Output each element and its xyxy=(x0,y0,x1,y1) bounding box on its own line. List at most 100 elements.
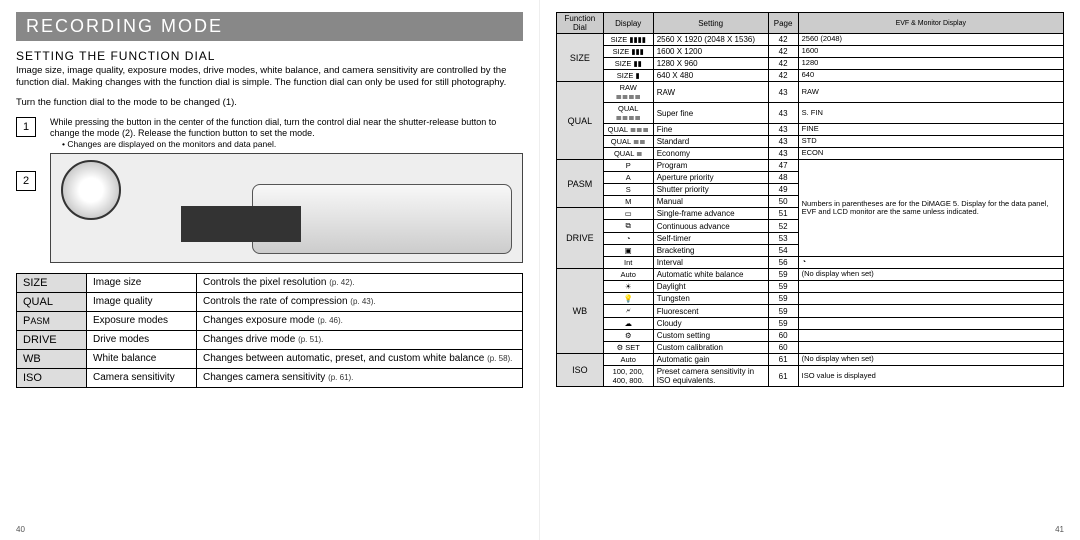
settings-evf xyxy=(798,281,1063,293)
marker-1: 1 xyxy=(16,117,36,137)
camera-diagram xyxy=(50,153,523,263)
settings-page: 42 xyxy=(768,34,798,46)
settings-display: Int xyxy=(603,257,653,269)
ft-desc: Controls the pixel resolution (p. 42). xyxy=(197,274,523,293)
settings-evf xyxy=(798,318,1063,330)
settings-page: 48 xyxy=(768,172,798,184)
settings-evf: ECON xyxy=(798,148,1063,160)
settings-page: 43 xyxy=(768,136,798,148)
settings-display: QUAL ≣ xyxy=(603,148,653,160)
lcd-illustration xyxy=(181,206,301,242)
settings-group: PASM xyxy=(557,160,604,208)
settings-header: EVF & Monitor Display xyxy=(798,13,1063,34)
settings-header: Display xyxy=(603,13,653,34)
settings-setting: Bracketing xyxy=(653,245,768,257)
settings-evf: 2560 (2048) xyxy=(798,34,1063,46)
ft-name: White balance xyxy=(87,350,197,369)
settings-display: SIZE ▮ xyxy=(603,70,653,82)
settings-setting: Fluorescent xyxy=(653,305,768,318)
ft-label: SIZE xyxy=(17,274,87,293)
settings-evf xyxy=(798,342,1063,354)
settings-setting: Cloudy xyxy=(653,318,768,330)
settings-display: ☁ xyxy=(603,318,653,330)
settings-page: 42 xyxy=(768,46,798,58)
settings-display: ⧉ xyxy=(603,220,653,233)
settings-setting: Fine xyxy=(653,124,768,136)
settings-page: 60 xyxy=(768,330,798,342)
ft-name: Image quality xyxy=(87,293,197,312)
page-number-right: 41 xyxy=(1055,525,1064,534)
page-number-left: 40 xyxy=(16,525,25,534)
settings-setting: Continuous advance xyxy=(653,220,768,233)
settings-page: 59 xyxy=(768,269,798,281)
settings-display: SIZE ▮▮ xyxy=(603,58,653,70)
settings-display: 🗲 xyxy=(603,305,653,318)
settings-evf xyxy=(798,293,1063,305)
settings-page: 56 xyxy=(768,257,798,269)
ft-desc: Changes exposure mode (p. 46). xyxy=(197,312,523,331)
settings-evf xyxy=(798,305,1063,318)
ft-name: Camera sensitivity xyxy=(87,369,197,388)
settings-setting: 1280 X 960 xyxy=(653,58,768,70)
settings-display: Auto xyxy=(603,354,653,366)
settings-evf: (No display when set) xyxy=(798,269,1063,281)
settings-display: QUAL ≣≣≣≣ xyxy=(603,103,653,124)
ft-label: PASM xyxy=(17,312,87,331)
settings-display: P xyxy=(603,160,653,172)
settings-setting: Program xyxy=(653,160,768,172)
settings-header: Function Dial xyxy=(557,13,604,34)
ft-label: QUAL xyxy=(17,293,87,312)
settings-page: 42 xyxy=(768,70,798,82)
marker-2: 2 xyxy=(16,171,36,191)
ft-desc: Changes between automatic, preset, and c… xyxy=(197,350,523,369)
page-right: Function DialDisplaySettingPageEVF & Mon… xyxy=(540,0,1080,540)
settings-setting: Automatic white balance xyxy=(653,269,768,281)
settings-page: 59 xyxy=(768,293,798,305)
bullet-text: • Changes are displayed on the monitors … xyxy=(62,139,523,149)
ft-label: DRIVE xyxy=(17,331,87,350)
settings-setting: Custom setting xyxy=(653,330,768,342)
settings-display: RAW ≣≣≣≣ xyxy=(603,82,653,103)
settings-display: 100, 200, 400, 800. xyxy=(603,366,653,387)
settings-table: Function DialDisplaySettingPageEVF & Mon… xyxy=(556,12,1064,387)
settings-setting: 2560 X 1920 (2048 X 1536) xyxy=(653,34,768,46)
settings-setting: Self-timer xyxy=(653,233,768,245)
settings-setting: Shutter priority xyxy=(653,184,768,196)
settings-page: 49 xyxy=(768,184,798,196)
settings-display: ⚙ SET xyxy=(603,342,653,354)
settings-evf: FINE xyxy=(798,124,1063,136)
chapter-title: RECORDING MODE xyxy=(16,12,523,41)
page-left: RECORDING MODE SETTING THE FUNCTION DIAL… xyxy=(0,0,540,540)
settings-setting: Manual xyxy=(653,196,768,208)
settings-evf: STD xyxy=(798,136,1063,148)
settings-setting: Automatic gain xyxy=(653,354,768,366)
settings-display: ☀ xyxy=(603,281,653,293)
settings-display: Auto xyxy=(603,269,653,281)
settings-page: 52 xyxy=(768,220,798,233)
settings-display: S xyxy=(603,184,653,196)
settings-page: 59 xyxy=(768,281,798,293)
settings-evf: 1600 xyxy=(798,46,1063,58)
settings-display: ▭ xyxy=(603,208,653,220)
settings-group: SIZE xyxy=(557,34,604,82)
settings-setting: Economy xyxy=(653,148,768,160)
settings-header: Page xyxy=(768,13,798,34)
settings-evf: (No display when set) xyxy=(798,354,1063,366)
settings-setting: Daylight xyxy=(653,281,768,293)
settings-setting: RAW xyxy=(653,82,768,103)
settings-page: 53 xyxy=(768,233,798,245)
dial-illustration xyxy=(61,160,121,220)
ft-name: Exposure modes xyxy=(87,312,197,331)
settings-setting: 1600 X 1200 xyxy=(653,46,768,58)
settings-display: A xyxy=(603,172,653,184)
settings-setting: Interval xyxy=(653,257,768,269)
settings-evf: ◔ xyxy=(798,257,1063,269)
ft-name: Image size xyxy=(87,274,197,293)
settings-page: 59 xyxy=(768,318,798,330)
ft-name: Drive modes xyxy=(87,331,197,350)
settings-display: QUAL ≣≣ xyxy=(603,136,653,148)
diagram-row: 1 2 While pressing the button in the cen… xyxy=(16,117,523,264)
settings-evf: 640 xyxy=(798,70,1063,82)
settings-display: QUAL ≣≣≣ xyxy=(603,124,653,136)
settings-evf: RAW xyxy=(798,82,1063,103)
